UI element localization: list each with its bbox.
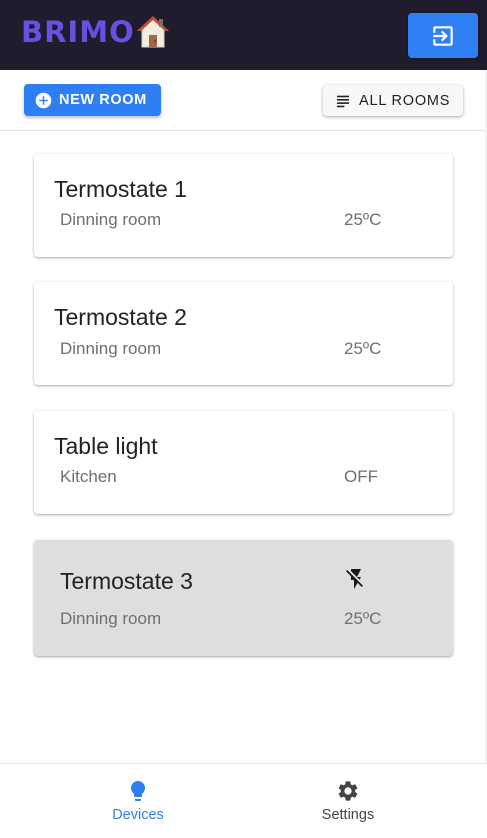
nav-item-settings[interactable]: Settings bbox=[248, 764, 448, 838]
new-room-label: NEW ROOM bbox=[59, 92, 147, 108]
app-root: BRIMO NEW ROOM ALL ROOMS Termostate 1 Di… bbox=[0, 0, 487, 838]
add-circle-icon bbox=[35, 92, 52, 108]
logout-button[interactable] bbox=[408, 13, 478, 58]
flash-off-icon bbox=[346, 569, 363, 589]
nav-label-devices: Devices bbox=[112, 807, 164, 823]
device-name: Termostate 2 bbox=[54, 304, 187, 330]
device-value: OFF bbox=[344, 467, 378, 486]
device-room: Dinning room bbox=[60, 609, 162, 628]
device-card[interactable]: Table light Kitchen OFF bbox=[34, 411, 453, 514]
device-name: Termostate 1 bbox=[54, 176, 187, 202]
device-room: Dinning room bbox=[60, 210, 162, 229]
bottom-navigation: Devices Settings bbox=[0, 763, 487, 838]
device-room: Dinning room bbox=[60, 339, 162, 358]
device-value: 25ºC bbox=[344, 339, 382, 358]
nav-label-settings: Settings bbox=[321, 807, 375, 823]
gear-icon bbox=[338, 781, 358, 801]
house-icon bbox=[136, 16, 169, 48]
brand-logo: BRIMO bbox=[21, 14, 169, 50]
room-toolbar: NEW ROOM ALL ROOMS bbox=[0, 70, 487, 131]
all-rooms-label: ALL ROOMS bbox=[359, 92, 451, 109]
device-card-disabled[interactable]: Termostate 3 Dinning room 25ºC bbox=[34, 540, 453, 656]
logout-icon bbox=[433, 25, 453, 46]
top-app-bar: BRIMO bbox=[0, 0, 487, 70]
all-rooms-button[interactable]: ALL ROOMS bbox=[323, 85, 463, 116]
logo-text: BRIMO bbox=[21, 15, 135, 49]
device-value: 25ºC bbox=[344, 210, 382, 229]
device-room: Kitchen bbox=[60, 467, 117, 486]
lightbulb-icon bbox=[131, 781, 145, 801]
device-name: Table light bbox=[54, 433, 158, 459]
device-card[interactable]: Termostate 2 Dinning room 25ºC bbox=[34, 282, 453, 385]
list-icon bbox=[337, 95, 349, 107]
device-card[interactable]: Termostate 1 Dinning room 25ºC bbox=[34, 154, 453, 257]
device-value: 25ºC bbox=[344, 609, 382, 628]
nav-item-devices[interactable]: Devices bbox=[38, 764, 238, 838]
new-room-button[interactable]: NEW ROOM bbox=[24, 84, 161, 116]
device-name: Termostate 3 bbox=[60, 568, 193, 594]
